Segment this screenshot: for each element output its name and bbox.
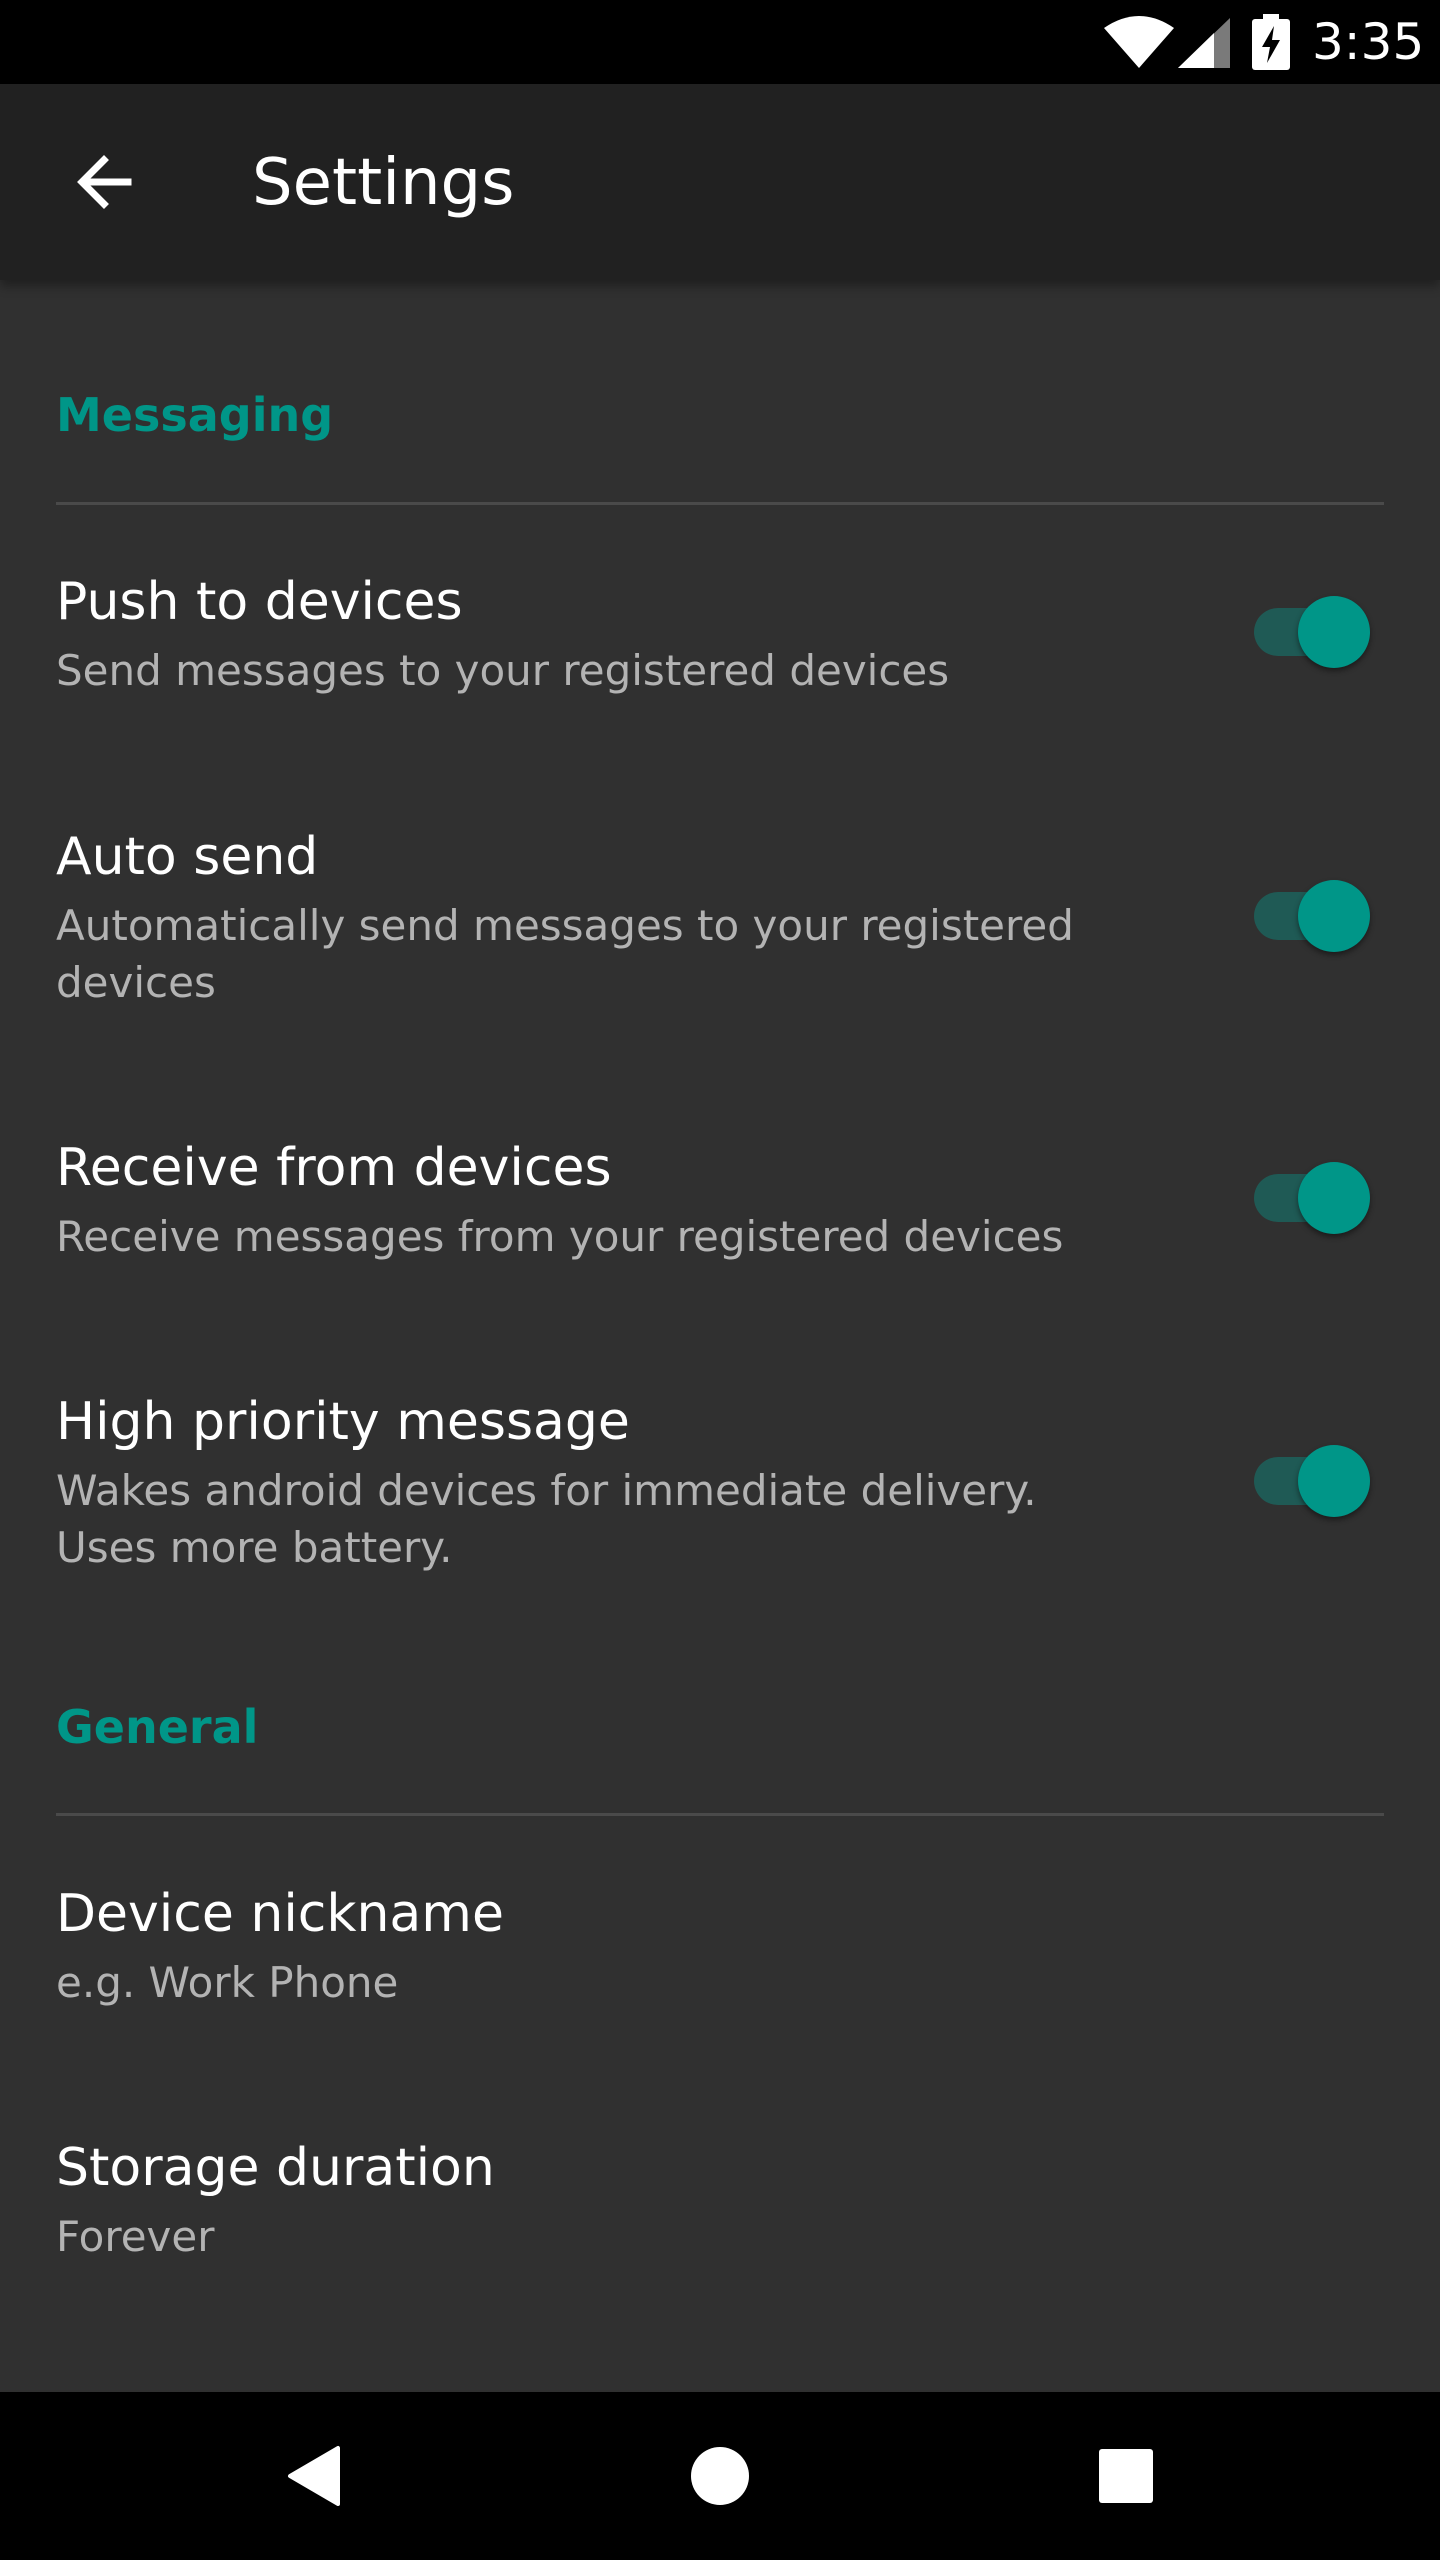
- pref-storage-duration[interactable]: Storage duration Forever: [0, 2106, 1440, 2316]
- navigation-bar: [0, 2392, 1440, 2560]
- pref-title: Push to devices: [56, 572, 463, 632]
- push-to-devices-toggle[interactable]: [1254, 592, 1374, 672]
- status-time: 3:35: [1312, 13, 1425, 71]
- battery-charging-icon: [1252, 14, 1290, 70]
- pref-high-priority-message[interactable]: High priority message Wakes android devi…: [0, 1360, 1440, 1610]
- pref-summary: Wakes android devices for immediate deli…: [56, 1466, 1037, 1572]
- receive-from-devices-toggle[interactable]: [1254, 1158, 1374, 1238]
- back-button[interactable]: [52, 128, 160, 236]
- pref-receive-from-devices[interactable]: Receive from devices Receive messages fr…: [0, 1106, 1440, 1316]
- pref-summary: e.g. Work Phone: [56, 1958, 399, 2007]
- wifi-icon: [1104, 16, 1174, 68]
- pref-summary: Send messages to your registered devices: [56, 646, 950, 695]
- section-divider: [56, 502, 1384, 505]
- pref-summary: Automatically send messages to your regi…: [56, 901, 1074, 1007]
- pref-summary: Forever: [56, 2212, 215, 2261]
- switch-thumb: [1298, 1445, 1370, 1517]
- nav-home-button[interactable]: [660, 2416, 780, 2536]
- switch-thumb: [1298, 1162, 1370, 1234]
- pref-title: Receive from devices: [56, 1138, 612, 1198]
- nav-back-button[interactable]: [256, 2416, 376, 2536]
- pref-title: Device nickname: [56, 1884, 504, 1944]
- status-bar: 3:35: [0, 0, 1440, 84]
- cell-signal-icon: [1178, 18, 1230, 68]
- nav-recents-button[interactable]: [1066, 2416, 1186, 2536]
- pref-device-nickname[interactable]: Device nickname e.g. Work Phone: [0, 1852, 1440, 2062]
- pref-summary: Receive messages from your registered de…: [56, 1212, 1064, 1261]
- section-divider: [56, 1813, 1384, 1816]
- section-header-general: General: [56, 1700, 259, 1754]
- pref-push-to-devices[interactable]: Push to devices Send messages to your re…: [0, 540, 1440, 750]
- app-bar: Settings: [0, 84, 1440, 280]
- pref-title: Auto send: [56, 827, 319, 887]
- auto-send-toggle[interactable]: [1254, 876, 1374, 956]
- high-priority-message-toggle[interactable]: [1254, 1441, 1374, 1521]
- section-header-messaging: Messaging: [56, 388, 334, 442]
- pref-auto-send[interactable]: Auto send Automatically send messages to…: [0, 795, 1440, 1045]
- switch-thumb: [1298, 880, 1370, 952]
- switch-thumb: [1298, 596, 1370, 668]
- page-title: Settings: [252, 146, 515, 220]
- pref-title: High priority message: [56, 1392, 630, 1452]
- pref-title: Storage duration: [56, 2138, 495, 2198]
